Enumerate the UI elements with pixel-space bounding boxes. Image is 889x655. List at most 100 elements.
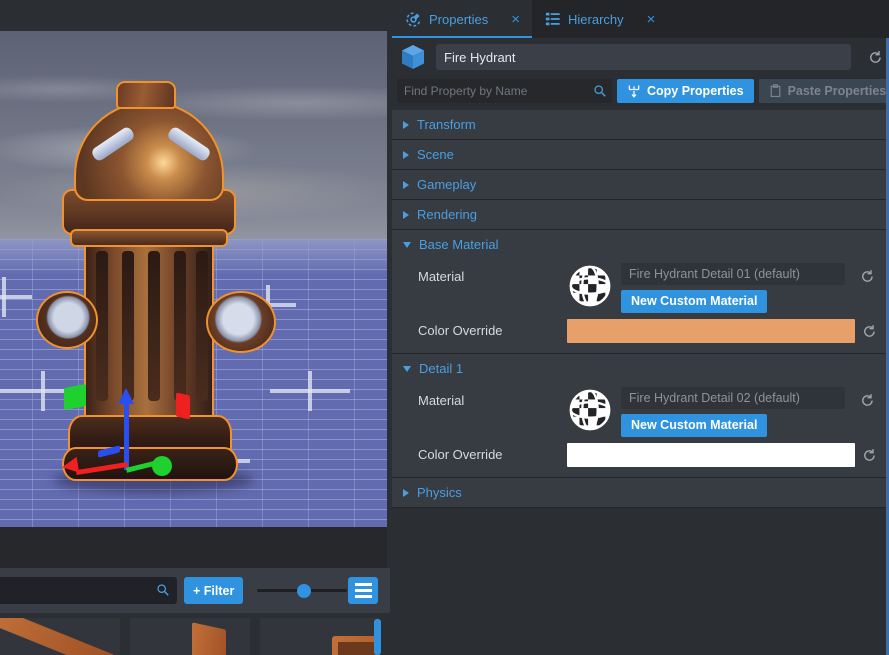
gizmo-axis-y[interactable] [124, 398, 129, 470]
section-scene: Scene [392, 140, 889, 170]
revert-icon [861, 393, 873, 406]
search-icon [594, 85, 606, 97]
asset-search-input[interactable] [0, 577, 177, 604]
section-physics-header[interactable]: Physics [392, 478, 889, 507]
translate-gizmo[interactable] [40, 384, 210, 516]
cube-icon [402, 45, 424, 69]
copy-properties-icon [628, 85, 640, 98]
revert-icon [869, 50, 881, 63]
chevron-right-icon [403, 120, 409, 129]
section-detail-1: Detail 1 Material Fire Hydrant Detail 02… [392, 354, 889, 478]
revert-icon [863, 448, 875, 461]
panel-tabbar: Properties × Hierarchy × [392, 0, 889, 38]
tab-properties[interactable]: Properties × [392, 0, 533, 38]
base-material-fields: Fire Hydrant Detail 01 (default) New Cus… [613, 263, 853, 313]
gizmo-plane-green[interactable] [64, 384, 86, 410]
asset-thumbnail[interactable] [260, 618, 380, 655]
chevron-right-icon [403, 488, 409, 497]
tab-properties-close-icon[interactable]: × [511, 12, 520, 27]
chevron-right-icon [403, 150, 409, 159]
base-new-custom-material-button[interactable]: New Custom Material [621, 290, 768, 313]
detail1-material-row: Material Fire Hydrant Detail 02 (default… [392, 383, 889, 437]
hydrant-cap [116, 81, 176, 109]
asset-grid-scrollbar[interactable] [374, 619, 381, 655]
base-color-override-row: Color Override [392, 313, 889, 345]
viewport-bottom-strip [0, 527, 387, 568]
section-base-material-body: Material Fire Hydrant Detail 01 (default… [392, 259, 889, 353]
thumbnail-size-slider[interactable] [257, 577, 348, 604]
detail1-color-override-row: Color Override [392, 437, 889, 469]
asset-thumbnail-grid[interactable] [0, 618, 390, 655]
base-material-row: Material Fire Hydrant Detail 01 (default… [392, 259, 889, 313]
object-name-reset-button[interactable] [861, 44, 889, 70]
detail1-material-reset-button[interactable] [853, 387, 881, 413]
section-gameplay-label: Gameplay [417, 177, 477, 192]
paste-properties-button[interactable]: Paste Properties [758, 79, 889, 103]
filter-button[interactable]: + Filter [184, 577, 244, 604]
tab-properties-label: Properties [429, 11, 489, 27]
asset-thumbnail[interactable] [0, 618, 120, 655]
gizmo-plane-red[interactable] [176, 392, 190, 420]
property-search-row: Copy Properties Paste Properties [392, 76, 889, 106]
gizmo-axis-z-handle[interactable] [152, 456, 172, 476]
base-color-override-swatch[interactable] [567, 319, 855, 343]
slider-thumb[interactable] [297, 584, 312, 598]
section-detail-1-header[interactable]: Detail 1 [392, 354, 889, 383]
list-icon [545, 12, 560, 26]
revert-icon [863, 324, 875, 337]
section-scene-header[interactable]: Scene [392, 140, 889, 169]
gizmo-axis-y-arrow[interactable] [118, 388, 134, 404]
base-material-value[interactable]: Fire Hydrant Detail 01 (default) [621, 263, 845, 285]
list-view-icon-bar [354, 583, 372, 586]
view-mode-button[interactable] [348, 577, 378, 604]
section-physics-label: Physics [417, 485, 462, 500]
hydrant-collar-lower [70, 229, 228, 247]
list-view-icon-bar [354, 595, 372, 598]
section-transform-header[interactable]: Transform [392, 110, 889, 139]
find-property-wrapper [397, 79, 612, 103]
detail1-color-override-swatch[interactable] [567, 443, 855, 467]
chevron-right-icon [403, 210, 409, 219]
object-name-row [392, 38, 889, 76]
paste-properties-icon [770, 84, 780, 98]
gizmo-plane-blue[interactable] [98, 445, 120, 458]
base-material-reset-button[interactable] [853, 263, 881, 289]
paste-properties-label: Paste Properties [787, 84, 887, 98]
section-rendering-label: Rendering [417, 207, 477, 222]
left-column: + Filter [0, 0, 390, 655]
viewport-3d[interactable] [0, 31, 387, 527]
detail1-material-fields: Fire Hydrant Detail 02 (default) New Cus… [613, 387, 853, 437]
detail1-new-custom-material-button[interactable]: New Custom Material [621, 414, 768, 437]
section-scene-label: Scene [417, 147, 454, 162]
find-property-input[interactable] [397, 79, 612, 103]
wrench-gear-icon [406, 11, 421, 27]
section-rendering-header[interactable]: Rendering [392, 200, 889, 229]
detail1-material-label: Material [418, 393, 465, 408]
section-gameplay-header[interactable]: Gameplay [392, 170, 889, 199]
asset-thumbnail[interactable] [130, 618, 250, 655]
properties-panel: Properties × Hierarchy × Fire Hydrant Fi… [392, 0, 889, 655]
tab-hierarchy[interactable]: Hierarchy × [532, 0, 667, 38]
base-color-override-label: Color Override [418, 323, 503, 338]
chevron-right-icon [403, 180, 409, 189]
tab-hierarchy-label: Hierarchy [568, 11, 624, 27]
copy-properties-button[interactable]: Copy Properties [617, 79, 754, 103]
detail1-color-override-reset-button[interactable] [855, 442, 883, 468]
gizmo-axis-x-arrow[interactable] [60, 456, 80, 476]
hydrant-nozzle-right [206, 291, 276, 353]
object-name-input[interactable] [436, 44, 851, 70]
base-material-label: Material [418, 269, 465, 284]
revert-icon [861, 269, 873, 282]
section-rendering: Rendering [392, 200, 889, 230]
tab-hierarchy-close-icon[interactable]: × [647, 12, 656, 27]
detail1-color-override-label: Color Override [418, 447, 503, 462]
asset-search-wrapper [0, 577, 177, 604]
section-transform-label: Transform [417, 117, 476, 132]
base-color-override-reset-button[interactable] [855, 318, 883, 344]
detail1-material-value[interactable]: Fire Hydrant Detail 02 (default) [621, 387, 845, 409]
material-sphere-icon[interactable] [567, 387, 613, 433]
section-base-material-header[interactable]: Base Material [392, 230, 889, 259]
copy-properties-label: Copy Properties [647, 84, 744, 98]
material-sphere-icon[interactable] [567, 263, 613, 309]
gizmo-axis-x[interactable] [75, 461, 129, 476]
